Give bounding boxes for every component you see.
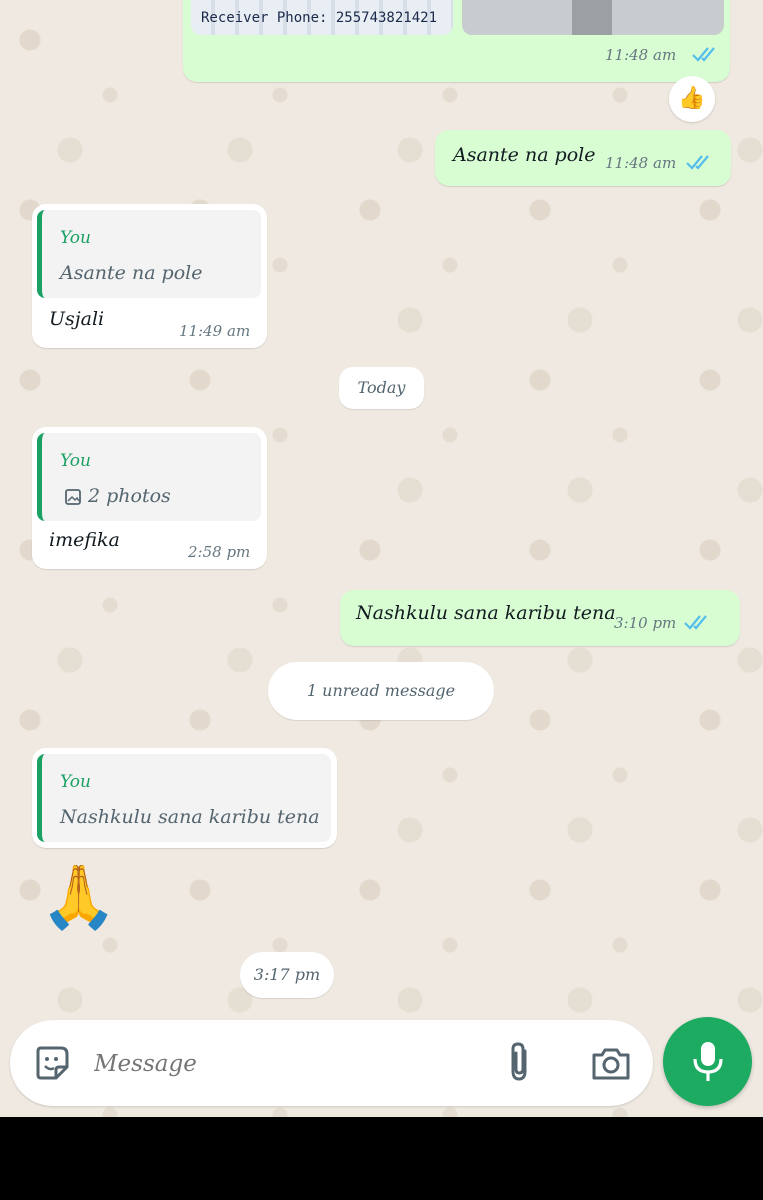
quote-author: You bbox=[60, 772, 91, 792]
message-text: Asante na pole bbox=[453, 144, 596, 166]
message-text: Nashkulu sana karibu tena bbox=[356, 602, 616, 624]
microphone-icon bbox=[693, 1042, 723, 1081]
message-time: 3:17 pm bbox=[253, 965, 321, 984]
double-check-icon bbox=[692, 47, 715, 62]
photo-thumbnail-2[interactable] bbox=[462, 0, 724, 35]
message-time-pill: 3:17 pm bbox=[240, 952, 334, 998]
unread-messages-divider: 1 unread message bbox=[268, 662, 494, 720]
folded-hands-emoji: 🙏 bbox=[40, 860, 118, 933]
outgoing-photo-message[interactable]: Receiver Phone: 255743821421 11:48 am bbox=[183, 0, 730, 82]
double-check-icon bbox=[684, 615, 707, 630]
message-input[interactable] bbox=[92, 1042, 476, 1086]
incoming-reply-message[interactable]: You Asante na pole Usjali 11:49 am bbox=[32, 204, 267, 348]
message-text: Usjali bbox=[49, 308, 105, 330]
outgoing-message[interactable]: Nashkulu sana karibu tena 3:10 pm bbox=[340, 590, 740, 646]
quote-author: You bbox=[60, 228, 91, 248]
quoted-message[interactable]: You Asante na pole bbox=[37, 210, 261, 298]
outgoing-message[interactable]: Asante na pole 11:48 am bbox=[435, 130, 731, 186]
message-time: 11:48 am bbox=[605, 46, 677, 64]
quote-text: Nashkulu sana karibu tena bbox=[60, 806, 320, 828]
paperclip-icon[interactable] bbox=[503, 1041, 537, 1085]
sticker-icon[interactable] bbox=[32, 1043, 72, 1083]
quote-text: Asante na pole bbox=[60, 262, 203, 284]
message-time: 11:49 am bbox=[179, 322, 251, 340]
quote-author: You bbox=[60, 451, 91, 471]
double-check-icon bbox=[686, 155, 709, 170]
image-icon bbox=[65, 489, 81, 505]
voice-record-button[interactable] bbox=[663, 1017, 752, 1106]
unread-label: 1 unread message bbox=[306, 681, 456, 700]
incoming-reply-message[interactable]: You Nashkulu sana karibu tena bbox=[32, 748, 337, 848]
quoted-message[interactable]: You 2 photos bbox=[37, 433, 261, 521]
photo-thumbnail-1[interactable]: Receiver Phone: 255743821421 bbox=[191, 0, 453, 35]
quoted-message[interactable]: You Nashkulu sana karibu tena bbox=[37, 754, 331, 842]
system-navigation-bar bbox=[0, 1117, 763, 1200]
incoming-reply-message[interactable]: You 2 photos imefika 2:58 pm bbox=[32, 427, 267, 569]
date-divider-today: Today bbox=[339, 367, 424, 409]
message-time: 3:10 pm bbox=[614, 614, 677, 632]
message-composer bbox=[10, 1020, 653, 1106]
message-time: 11:48 am bbox=[605, 154, 677, 172]
message-text: imefika bbox=[49, 529, 120, 551]
date-divider-label: Today bbox=[357, 378, 406, 397]
photo-caption-text: Receiver Phone: 255743821421 bbox=[201, 10, 438, 26]
reaction-badge[interactable]: 👍 bbox=[669, 76, 715, 122]
quote-text: 2 photos bbox=[88, 485, 171, 507]
thumbs-up-emoji: 👍 bbox=[678, 86, 706, 111]
message-time: 2:58 pm bbox=[188, 543, 251, 561]
camera-icon[interactable] bbox=[590, 1045, 632, 1083]
